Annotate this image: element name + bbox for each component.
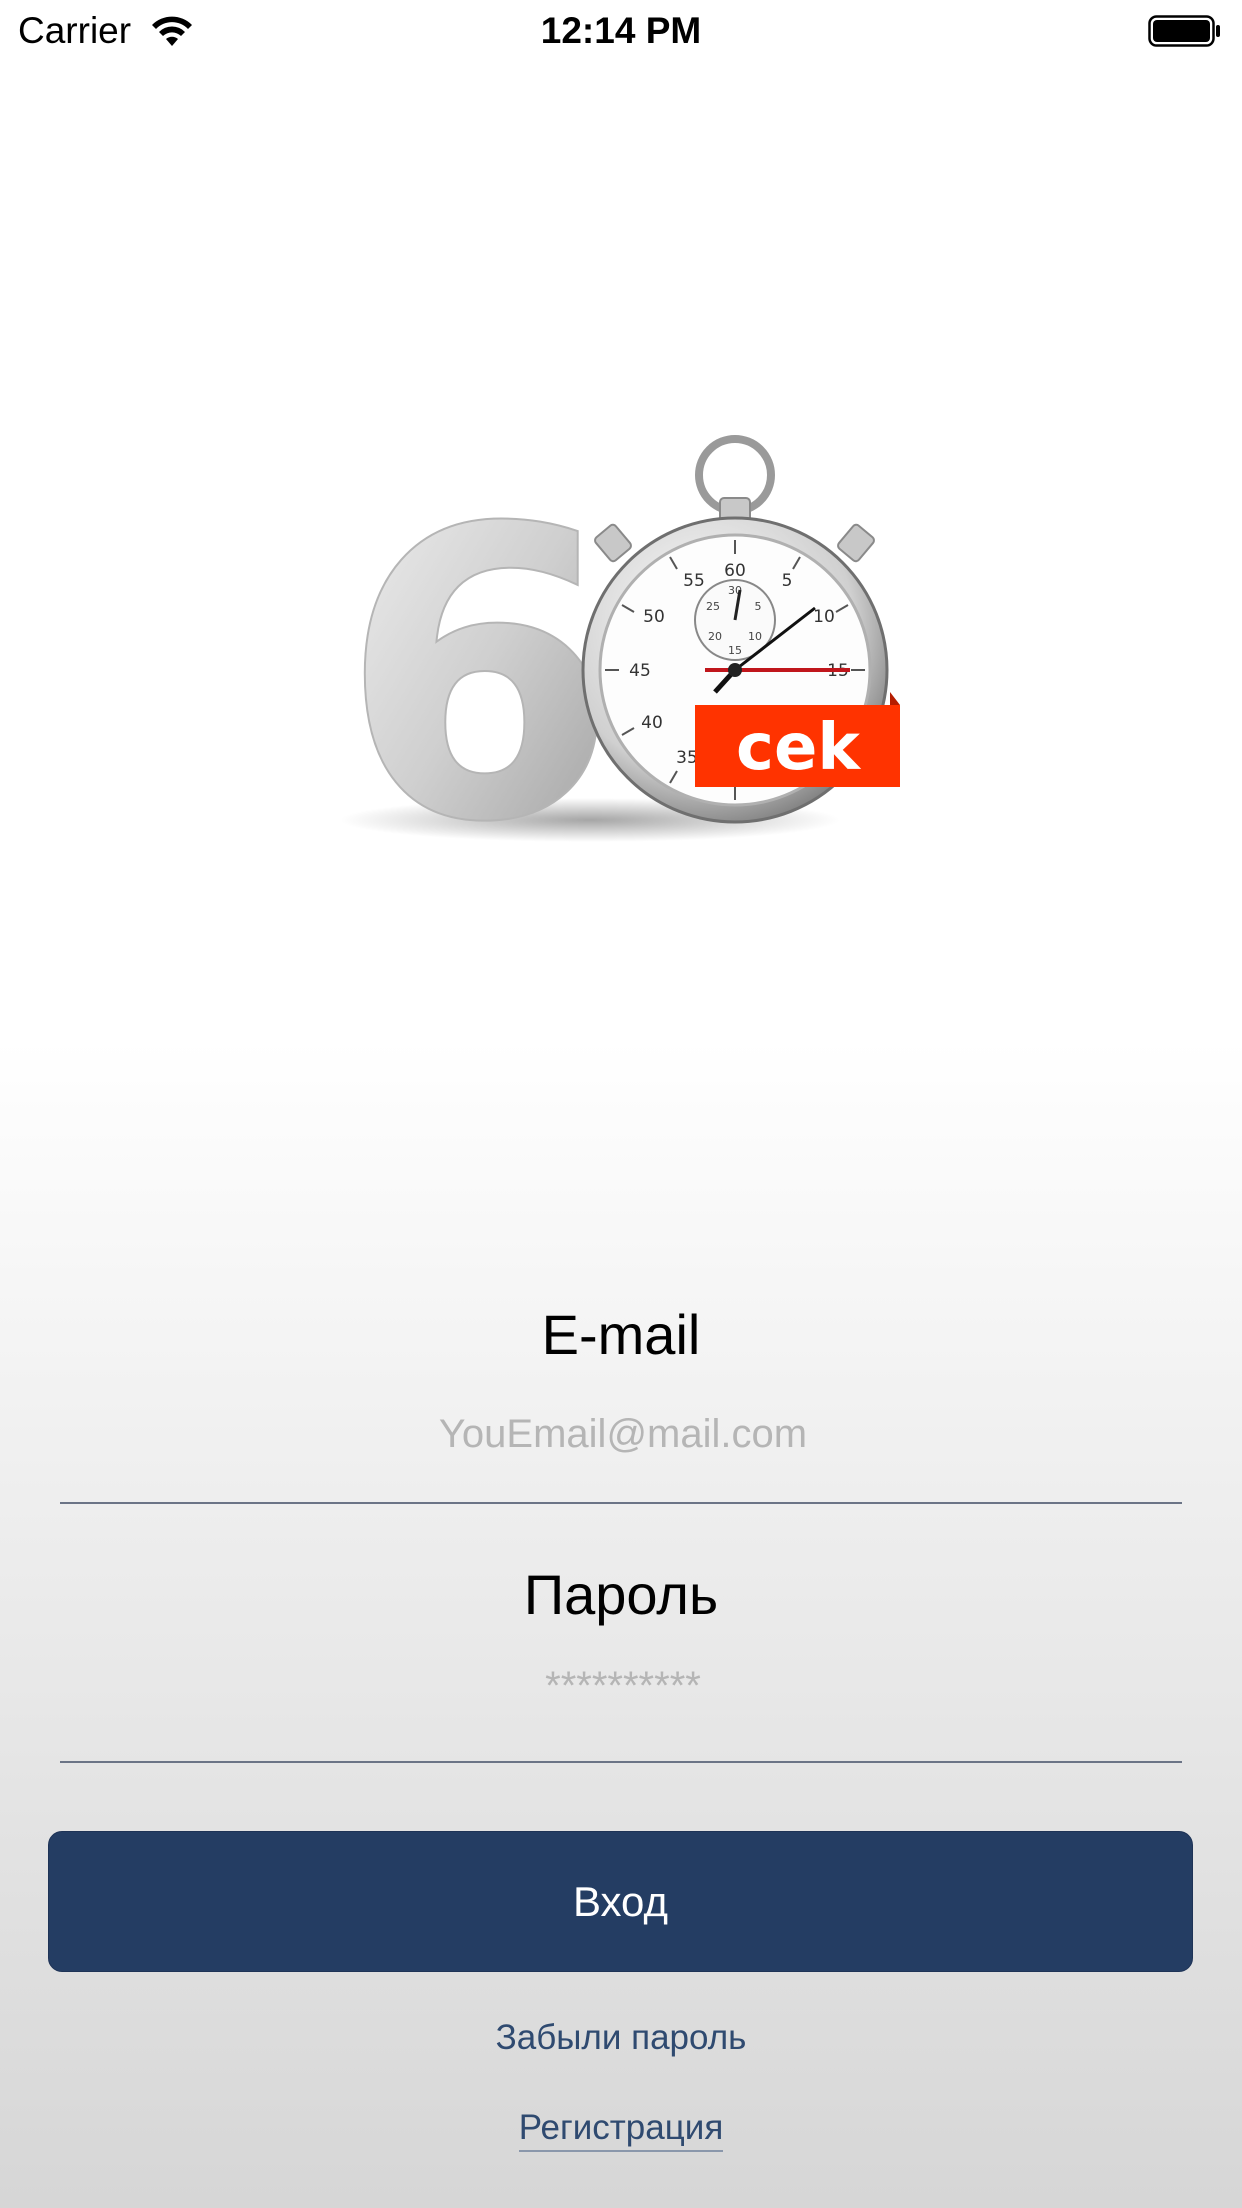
svg-text:15: 15: [728, 644, 742, 657]
svg-text:55: 55: [683, 571, 705, 591]
password-label: Пароль: [523, 1563, 719, 1626]
forgot-password-link[interactable]: Забыли пароль: [0, 2018, 1242, 2058]
forgot-password-label: Забыли пароль: [495, 2018, 747, 2057]
battery-icon: [1148, 15, 1220, 47]
svg-text:10: 10: [748, 630, 762, 643]
svg-text:20: 20: [708, 630, 722, 643]
email-label: E-mail: [541, 1303, 701, 1366]
clock-time: 12:14 PM: [540, 10, 702, 51]
login-button-label: Вход: [572, 1877, 668, 1925]
svg-text:5: 5: [782, 571, 793, 591]
logo-badge-text: cek: [736, 711, 861, 785]
svg-text:5: 5: [755, 600, 762, 613]
logo-number: 6: [340, 445, 618, 850]
login-button[interactable]: Вход: [48, 1831, 1193, 1972]
svg-text:40: 40: [641, 713, 663, 733]
svg-text:60: 60: [724, 561, 746, 581]
svg-text:35: 35: [676, 748, 698, 768]
app-logo: 6 60 5 10 15 55 50 45 40 35 30 5 10 15 2…: [339, 435, 900, 850]
register-label: Регистрация: [518, 2108, 724, 2152]
svg-text:10: 10: [813, 607, 835, 627]
svg-text:25: 25: [706, 600, 720, 613]
password-input[interactable]: [60, 1655, 1186, 1717]
status-bar: Carrier 12:14 PM: [0, 0, 1242, 60]
email-underline: [60, 1502, 1182, 1504]
password-underline: [60, 1761, 1182, 1763]
svg-text:45: 45: [629, 661, 651, 681]
register-link[interactable]: Регистрация: [0, 2108, 1242, 2152]
email-input[interactable]: [60, 1403, 1186, 1465]
svg-text:50: 50: [643, 607, 665, 627]
